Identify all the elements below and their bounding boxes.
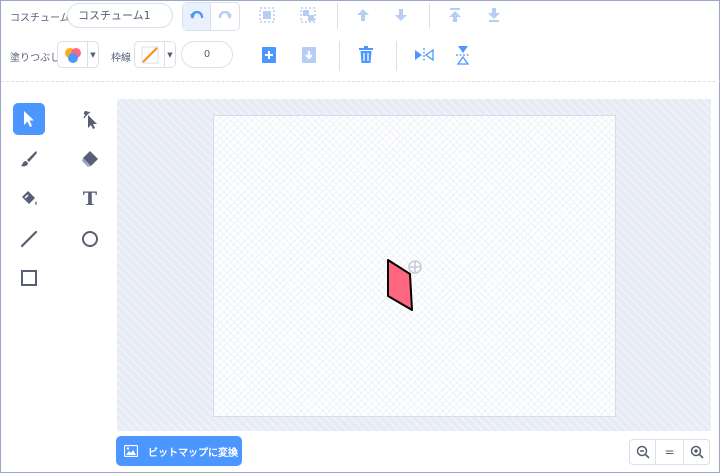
flip-horizontal-icon [415, 48, 434, 62]
rotation-center-icon [408, 260, 422, 274]
rectangle-icon [21, 270, 37, 286]
back-icon [488, 8, 500, 22]
brush-tool[interactable] [13, 143, 45, 175]
front-button[interactable] [445, 4, 465, 26]
chevron-down-icon: ▼ [90, 50, 96, 59]
group-button[interactable] [256, 4, 278, 26]
separator [339, 41, 340, 71]
outline-label: 枠線 [111, 53, 131, 64]
text-tool[interactable]: T [74, 183, 106, 215]
outline-width-input[interactable]: 0 [181, 41, 233, 68]
text-tool-glyph: T [82, 188, 98, 210]
forward-icon [357, 9, 369, 21]
arrow-cursor-icon [24, 111, 34, 127]
image-icon [124, 445, 138, 457]
backward-icon [395, 9, 407, 21]
circle-icon [82, 231, 98, 247]
trash-icon [359, 46, 373, 63]
separator [396, 41, 397, 71]
zoom-in-button[interactable] [683, 439, 710, 465]
eraser-icon [82, 151, 98, 167]
ungroup-icon [300, 7, 316, 23]
forward-button[interactable] [353, 4, 373, 26]
chevron-down-icon: ▼ [167, 50, 173, 59]
copy-icon [262, 47, 276, 63]
fill-label: 塗りつぶし [10, 53, 61, 64]
paint-editor: コスチューム コスチューム1 塗りつぶし ▼ 枠線 ▼ 0 T ビットマップに変… [0, 0, 720, 473]
eraser-tool[interactable] [74, 143, 106, 175]
zoom-out-icon [636, 445, 650, 459]
zoom-out-button[interactable] [629, 439, 656, 465]
reshape-tool[interactable] [74, 103, 106, 135]
delete-button[interactable] [356, 45, 376, 65]
fill-swatch [58, 42, 88, 67]
zoom-reset-button[interactable]: = [656, 439, 683, 465]
flip-horizontal-button[interactable] [413, 45, 435, 65]
paste-button[interactable] [299, 45, 319, 65]
paint-bucket-icon [22, 191, 37, 205]
brush-icon [21, 151, 37, 167]
zoom-reset-glyph: = [664, 445, 675, 459]
convert-to-bitmap-label: ビットマップに変換 [148, 447, 238, 459]
zoom-in-icon [690, 445, 704, 459]
paste-icon [302, 47, 316, 63]
costume-drawing [387, 259, 422, 311]
backward-button[interactable] [391, 4, 411, 26]
convert-to-bitmap-button[interactable]: ビットマップに変換 [116, 436, 242, 466]
ungroup-button[interactable] [297, 4, 319, 26]
circle-tool[interactable] [74, 223, 106, 255]
front-icon [449, 8, 461, 22]
undo-button[interactable] [183, 3, 211, 30]
rectangle-tool[interactable] [13, 262, 45, 294]
fill-tool[interactable] [13, 183, 45, 215]
line-icon [20, 230, 38, 248]
mixed-color-icon [64, 47, 81, 63]
back-button[interactable] [484, 4, 504, 26]
group-icon [259, 7, 275, 23]
drawing-stage[interactable] [213, 115, 616, 417]
toolbar-divider [1, 81, 720, 82]
separator [429, 3, 430, 29]
costume-name-input[interactable]: コスチューム1 [67, 3, 173, 28]
flip-vertical-button[interactable] [452, 44, 474, 66]
select-tool[interactable] [13, 103, 45, 135]
outline-swatch [135, 42, 165, 67]
line-tool[interactable] [13, 223, 45, 255]
outline-color-picker[interactable]: ▼ [134, 41, 176, 68]
reshape-icon [83, 111, 97, 129]
separator [337, 3, 338, 29]
redo-icon [218, 10, 232, 19]
copy-button[interactable] [259, 45, 279, 65]
undo-icon [189, 10, 203, 19]
costume-label: コスチューム [10, 13, 70, 24]
flip-vertical-icon [456, 46, 470, 65]
undo-redo-group [182, 2, 240, 31]
redo-button[interactable] [211, 3, 239, 30]
no-color-icon [141, 46, 158, 63]
fill-color-picker[interactable]: ▼ [57, 41, 99, 68]
